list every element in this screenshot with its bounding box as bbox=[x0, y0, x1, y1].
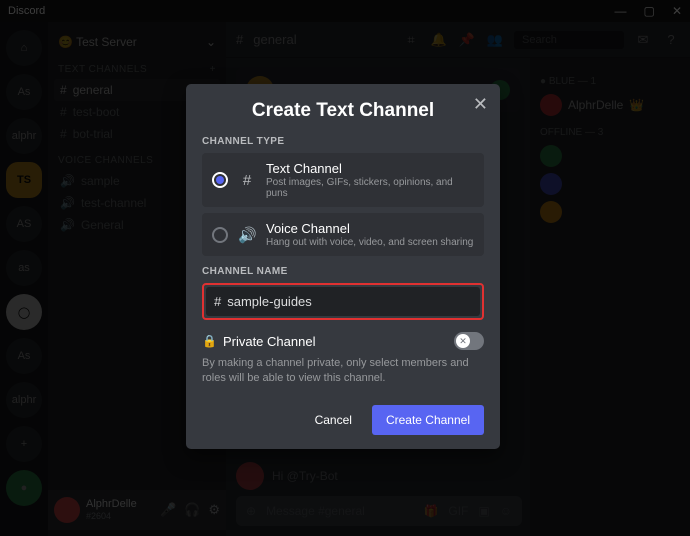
option-title: Text Channel bbox=[266, 161, 474, 176]
highlight-box: # sample-guides bbox=[202, 283, 484, 320]
radio-unselected[interactable] bbox=[212, 227, 228, 243]
option-subtitle: Post images, GIFs, stickers, opinions, a… bbox=[266, 177, 474, 199]
channel-name-label: CHANNEL NAME bbox=[202, 266, 484, 277]
radio-selected[interactable] bbox=[212, 172, 228, 188]
option-subtitle: Hang out with voice, video, and screen s… bbox=[266, 237, 474, 248]
hash-icon: # bbox=[214, 294, 221, 309]
option-title: Voice Channel bbox=[266, 221, 474, 236]
channel-name-input[interactable]: # sample-guides bbox=[206, 287, 480, 316]
channel-type-label: CHANNEL TYPE bbox=[202, 136, 484, 147]
speaker-icon: 🔊 bbox=[238, 226, 256, 244]
modal-title: Create Text Channel bbox=[202, 100, 484, 122]
lock-icon: 🔒 bbox=[202, 334, 217, 348]
hash-icon: # bbox=[238, 172, 256, 189]
private-toggle[interactable] bbox=[454, 332, 484, 350]
channel-name-value: sample-guides bbox=[227, 294, 312, 309]
create-channel-modal: ✕ Create Text Channel CHANNEL TYPE # Tex… bbox=[186, 84, 500, 449]
voice-channel-option[interactable]: 🔊 Voice Channel Hang out with voice, vid… bbox=[202, 213, 484, 256]
private-channel-label: Private Channel bbox=[223, 334, 448, 349]
private-description: By making a channel private, only select… bbox=[202, 356, 484, 387]
cancel-button[interactable]: Cancel bbox=[301, 405, 366, 435]
close-icon[interactable]: ✕ bbox=[473, 94, 488, 115]
create-channel-button[interactable]: Create Channel bbox=[372, 405, 484, 435]
text-channel-option[interactable]: # Text Channel Post images, GIFs, sticke… bbox=[202, 153, 484, 207]
